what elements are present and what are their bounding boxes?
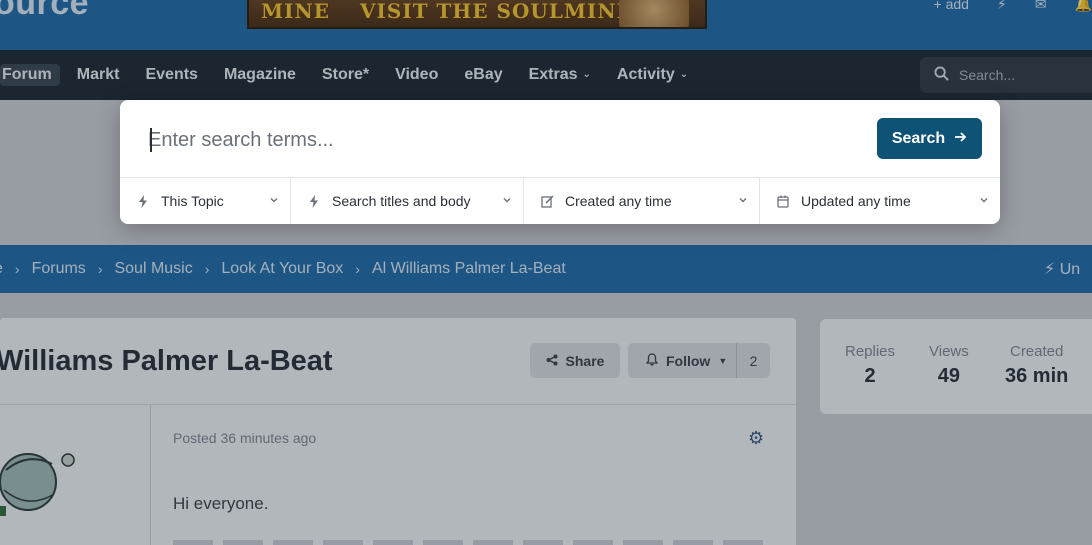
text-caret: [150, 128, 152, 152]
search-submit-button[interactable]: Search: [877, 118, 982, 159]
chevron-down-icon: [980, 198, 988, 203]
chevron-down-icon: [739, 198, 747, 203]
arrow-right-icon: [954, 130, 967, 148]
bolt-icon: [307, 194, 321, 208]
filter-updated[interactable]: Updated any time: [760, 178, 1000, 224]
chevron-down-icon: [503, 198, 511, 203]
search-input[interactable]: [148, 122, 848, 158]
filter-created[interactable]: Created any time: [524, 178, 760, 224]
chevron-down-icon: [270, 198, 278, 203]
filter-created-label: Created any time: [565, 193, 672, 209]
search-filters: This Topic Search titles and body Create…: [120, 177, 1000, 224]
search-modal: Search This Topic Search titles and body…: [120, 100, 1000, 224]
filter-updated-label: Updated any time: [801, 193, 911, 209]
filter-scope-label: This Topic: [161, 193, 224, 209]
calendar-icon: [776, 195, 790, 208]
edit-icon: [540, 194, 554, 208]
modal-backdrop[interactable]: [0, 0, 1092, 545]
filter-scope[interactable]: This Topic: [120, 178, 291, 224]
search-submit-label: Search: [891, 129, 946, 147]
bolt-icon: [136, 194, 150, 208]
filter-search-in-label: Search titles and body: [332, 193, 471, 209]
filter-search-in[interactable]: Search titles and body: [291, 178, 524, 224]
